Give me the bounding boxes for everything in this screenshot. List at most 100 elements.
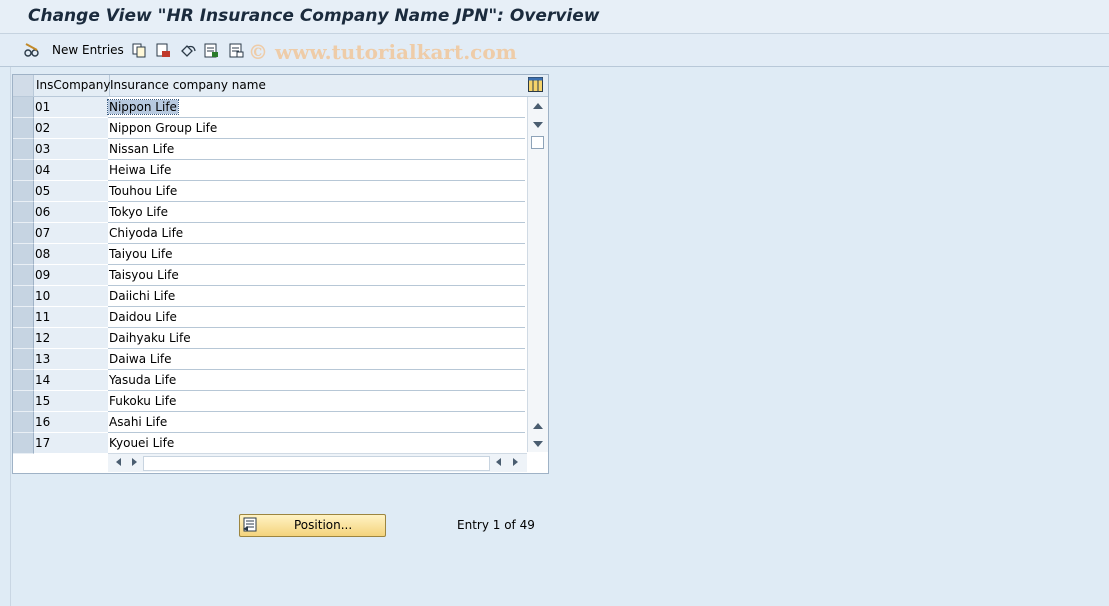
vertical-scrollbar[interactable] <box>527 97 548 452</box>
scroll-left-icon[interactable] <box>116 458 121 466</box>
title-bar: Change View "HR Insurance Company Name J… <box>0 0 1109 34</box>
table-row[interactable]: 12 Daihyaku Life <box>13 328 527 349</box>
cell-insurance-company-name-text: Nippon Life <box>107 99 179 115</box>
edit-glasses-icon[interactable] <box>22 40 42 60</box>
scroll-right-icon[interactable] <box>132 458 137 466</box>
cell-inscompany: 07 <box>34 223 108 244</box>
row-selector[interactable] <box>13 97 34 118</box>
new-entries-button[interactable]: New Entries <box>52 40 124 60</box>
cell-insurance-company-name-text: Nissan Life <box>109 142 175 156</box>
table-row[interactable]: 14 Yasuda Life <box>13 370 527 391</box>
page-up-icon[interactable] <box>533 423 543 429</box>
cell-insurance-company-name[interactable]: Daiichi Life <box>108 286 525 307</box>
table-row[interactable]: 03 Nissan Life <box>13 139 527 160</box>
cell-insurance-company-name-text: Fukoku Life <box>109 394 177 408</box>
cell-insurance-company-name[interactable]: Chiyoda Life <box>108 223 525 244</box>
table-row[interactable]: 11 Daidou Life <box>13 307 527 328</box>
position-button[interactable]: Position... <box>239 514 386 537</box>
table-row[interactable]: 07 Chiyoda Life <box>13 223 527 244</box>
table-row[interactable]: 15 Fukoku Life <box>13 391 527 412</box>
watermark: © www.tutorialkart.com <box>248 40 517 64</box>
row-selector[interactable] <box>13 286 34 307</box>
scroll-down-icon[interactable] <box>533 122 543 128</box>
table-row[interactable]: 01 Nippon Life <box>13 97 527 118</box>
cell-inscompany: 11 <box>34 307 108 328</box>
row-selector[interactable] <box>13 265 34 286</box>
row-selector[interactable] <box>13 412 34 433</box>
row-selector[interactable] <box>13 349 34 370</box>
cell-insurance-company-name-text: Asahi Life <box>109 415 168 429</box>
table-rows: 01 Nippon Life 02 Nippon Group Life 03 Nissan… <box>13 97 527 454</box>
page-down-icon[interactable] <box>533 441 543 447</box>
cell-insurance-company-name[interactable]: Heiwa Life <box>108 160 525 181</box>
cell-insurance-company-name[interactable]: Taisyou Life <box>108 265 525 286</box>
row-selector[interactable] <box>13 223 34 244</box>
cell-inscompany: 06 <box>34 202 108 223</box>
table-row[interactable]: 09 Taisyou Life <box>13 265 527 286</box>
scroll-up-icon[interactable] <box>533 103 543 109</box>
row-selector[interactable] <box>13 181 34 202</box>
cell-insurance-company-name[interactable]: Nippon Life <box>107 97 525 118</box>
cell-insurance-company-name[interactable]: Daidou Life <box>108 307 525 328</box>
row-selector[interactable] <box>13 391 34 412</box>
cell-insurance-company-name[interactable]: Yasuda Life <box>108 370 525 391</box>
table-row[interactable]: 16 Asahi Life <box>13 412 527 433</box>
undo-icon[interactable] <box>179 40 196 60</box>
cell-inscompany: 08 <box>34 244 108 265</box>
cell-insurance-company-name[interactable]: Fukoku Life <box>108 391 525 412</box>
cell-inscompany: 02 <box>34 118 108 139</box>
page-title: Change View "HR Insurance Company Name J… <box>28 6 600 26</box>
cell-insurance-company-name[interactable]: Tokyo Life <box>108 202 525 223</box>
table-row[interactable]: 10 Daiichi Life <box>13 286 527 307</box>
horizontal-scrollbar[interactable] <box>108 453 527 472</box>
row-selector[interactable] <box>13 139 34 160</box>
row-selector[interactable] <box>13 328 34 349</box>
cell-insurance-company-name-text: Daiwa Life <box>109 352 172 366</box>
cell-insurance-company-name-text: Touhou Life <box>109 184 178 198</box>
table-row[interactable]: 08 Taiyou Life <box>13 244 527 265</box>
cell-inscompany: 14 <box>34 370 108 391</box>
table-control: InsCompany Insurance company name 01 Nipp… <box>12 74 549 474</box>
cell-insurance-company-name[interactable]: Touhou Life <box>108 181 525 202</box>
cell-insurance-company-name[interactable]: Kyouei Life <box>108 433 525 454</box>
cell-insurance-company-name[interactable]: Nissan Life <box>108 139 525 160</box>
table-settings-icon[interactable] <box>528 77 543 92</box>
cell-insurance-company-name-text: Tokyo Life <box>109 205 169 219</box>
cell-insurance-company-name[interactable]: Daiwa Life <box>108 349 525 370</box>
row-selector[interactable] <box>13 433 34 454</box>
cell-insurance-company-name[interactable]: Daihyaku Life <box>108 328 525 349</box>
row-selector[interactable] <box>13 307 34 328</box>
cell-inscompany: 05 <box>34 181 108 202</box>
table-row[interactable]: 13 Daiwa Life <box>13 349 527 370</box>
select-all-rows-button[interactable] <box>13 75 34 96</box>
column-header-insurance-company-name[interactable]: Insurance company name <box>108 75 520 96</box>
table-row[interactable]: 04 Heiwa Life <box>13 160 527 181</box>
scroll-thumb[interactable] <box>531 136 544 149</box>
table-row[interactable]: 02 Nippon Group Life <box>13 118 527 139</box>
table-row[interactable]: 05 Touhou Life <box>13 181 527 202</box>
cell-insurance-company-name-text: Heiwa Life <box>109 163 172 177</box>
cell-inscompany: 17 <box>34 433 108 454</box>
table-row[interactable]: 17 Kyouei Life <box>13 433 527 454</box>
cell-inscompany: 09 <box>34 265 108 286</box>
row-selector[interactable] <box>13 370 34 391</box>
cell-inscompany: 04 <box>34 160 108 181</box>
cell-insurance-company-name[interactable]: Taiyou Life <box>108 244 525 265</box>
select-all-icon[interactable] <box>203 40 219 60</box>
row-selector[interactable] <box>13 160 34 181</box>
row-selector[interactable] <box>13 202 34 223</box>
horizontal-scroll-track[interactable] <box>143 456 490 471</box>
deselect-icon[interactable] <box>228 40 244 60</box>
new-entries-label: New Entries <box>52 43 124 57</box>
column-header-inscompany[interactable]: InsCompany <box>34 75 110 96</box>
delete-icon[interactable] <box>155 40 171 60</box>
cell-inscompany: 13 <box>34 349 108 370</box>
cell-insurance-company-name[interactable]: Asahi Life <box>108 412 525 433</box>
scroll-right-end-icon[interactable] <box>513 458 518 466</box>
row-selector[interactable] <box>13 118 34 139</box>
cell-insurance-company-name[interactable]: Nippon Group Life <box>108 118 525 139</box>
scroll-left-end-icon[interactable] <box>496 458 501 466</box>
row-selector[interactable] <box>13 244 34 265</box>
table-row[interactable]: 06 Tokyo Life <box>13 202 527 223</box>
copy-icon[interactable] <box>131 40 147 60</box>
